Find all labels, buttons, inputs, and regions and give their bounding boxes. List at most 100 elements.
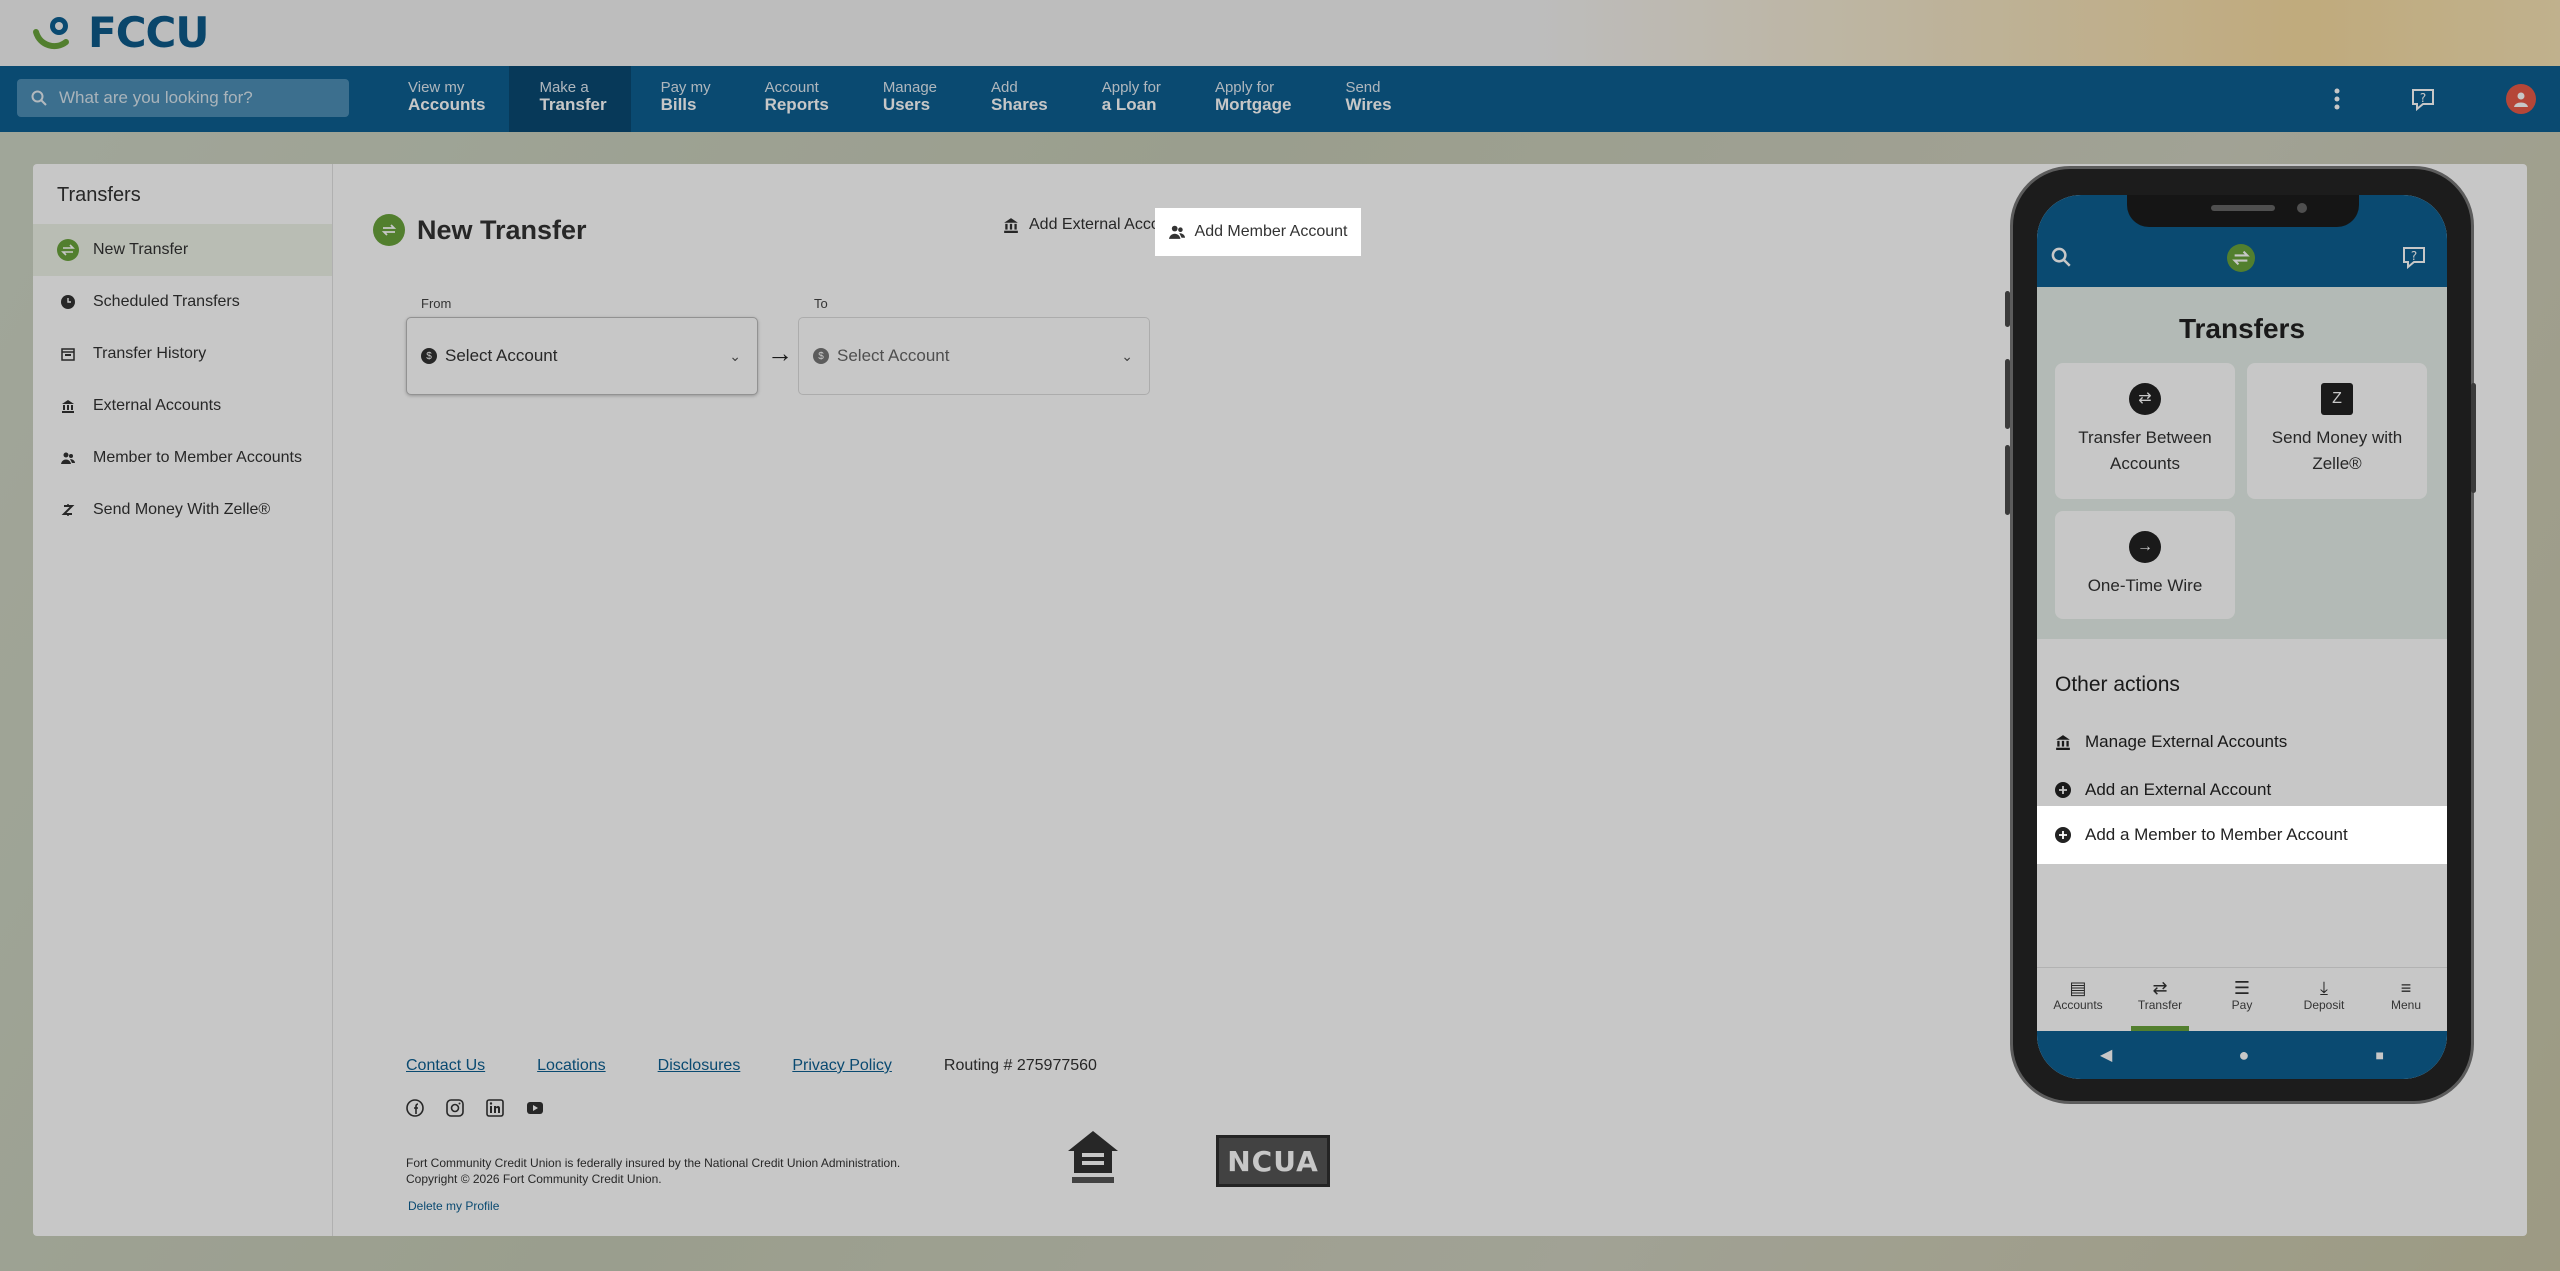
nav-line1: Apply for [1214,79,1275,96]
contact-us-link[interactable]: Contact Us [406,1057,485,1075]
nav-line1: Apply for [1101,79,1161,96]
sidebar-item-external-accounts[interactable]: External Accounts [33,380,332,432]
equal-housing-logo-icon [1068,1131,1118,1183]
phone-tab-pay[interactable]: ☰ Pay [2201,968,2283,1031]
transfer-icon [2227,244,2255,272]
nav-line2: Mortgage [1214,94,1292,114]
tile-label: Send Money with Zelle® [2271,428,2403,473]
nav-manage-users[interactable]: Manage Users [853,66,961,132]
sidebar-item-transfer-history[interactable]: Transfer History [33,328,332,380]
locations-link[interactable]: Locations [537,1057,606,1075]
add-member-account-button[interactable]: Add Member Account [1155,208,1361,256]
chevron-down-icon: ⌄ [1121,348,1133,364]
add-member-to-member-action[interactable]: Add a Member to Member Account [2037,806,2447,864]
brand-bar: FCCU [0,0,2560,66]
nav-add-shares[interactable]: Add Shares [961,66,1072,132]
to-account-select[interactable]: $ Select Account ⌄ [798,317,1150,395]
tab-label: Menu [2390,998,2422,1012]
add-external-account-action[interactable]: Add an External Account [2055,780,2271,800]
sidebar-item-new-transfer[interactable]: New Transfer [33,224,332,276]
transfer-icon [373,214,405,246]
nav-line2: Users [882,94,931,114]
nav-apply-mortgage[interactable]: Apply for Mortgage [1185,66,1316,132]
nav-send-wires[interactable]: Send Wires [1315,66,1415,132]
youtube-icon[interactable] [526,1099,544,1117]
insurance-notice: Fort Community Credit Union is federally… [406,1156,901,1170]
from-label: From [421,296,452,311]
more-vertical-icon[interactable] [2334,88,2340,110]
phone-tab-transfer[interactable]: ⇄ Transfer [2119,968,2201,1031]
nav-apply-loan[interactable]: Apply for a Loan [1072,66,1185,132]
nav-line1: Send [1345,79,1381,96]
recents-icon[interactable]: ■ [2375,1047,2383,1063]
sidebar-title: Transfers [57,184,141,206]
nav-line2: Transfer [539,94,607,114]
fccu-logo[interactable]: FCCU [32,8,209,57]
calendar-icon [57,343,79,365]
sidebar-item-label: Member to Member Accounts [93,449,302,466]
search-icon[interactable] [2051,247,2071,267]
nav-line2: a Loan [1101,94,1157,114]
phone-tab-deposit[interactable]: ⤓ Deposit [2283,968,2365,1031]
phone-side-button [2005,291,2010,327]
phone-tab-accounts[interactable]: ▤ Accounts [2037,968,2119,1031]
search-input[interactable] [59,88,339,108]
user-avatar[interactable] [2506,84,2536,114]
android-nav-bar: ◀ ● ■ [2037,1031,2447,1079]
nav-line2: Bills [660,94,697,114]
users-icon [1168,225,1185,239]
bank-icon [1004,218,1018,233]
chevron-down-icon: ⌄ [729,348,741,364]
tile-transfer-between-accounts[interactable]: ⇄ Transfer Between Accounts [2055,363,2235,499]
facebook-icon[interactable] [406,1099,424,1117]
manage-external-accounts-action[interactable]: Manage External Accounts [2055,732,2287,752]
sidebar-item-label: Scheduled Transfers [93,293,240,310]
sidebar-item-label: External Accounts [93,397,222,414]
delete-profile-link[interactable]: Delete my Profile [408,1199,499,1213]
user-icon [2514,92,2528,107]
help-chat-icon[interactable]: ? [2410,87,2436,111]
help-chat-icon[interactable]: ? [2401,245,2427,269]
ncua-logo-text: NCUA [1227,1144,1319,1178]
tab-label: Accounts [2053,998,2103,1012]
nav-make-transfer[interactable]: Make a Transfer [509,66,631,132]
phone-side-button [2005,359,2010,429]
clock-icon [57,291,79,313]
tile-one-time-wire[interactable]: → One-Time Wire [2055,511,2235,619]
phone-tab-menu[interactable]: ≡ Menu [2365,968,2447,1031]
instagram-icon[interactable] [446,1099,464,1117]
other-actions-heading: Other actions [2055,673,2180,696]
nav-line2: Wires [1345,94,1392,114]
logo-swoosh-icon [33,17,69,50]
sidebar-item-zelle[interactable]: Send Money With Zelle® [33,484,332,536]
zelle-icon: Z [2321,383,2353,415]
nav-line2: Shares [991,94,1048,114]
nav-line1: Make a [539,79,589,96]
privacy-policy-link[interactable]: Privacy Policy [792,1057,892,1075]
nav-line1: Account [764,79,819,96]
disclosures-link[interactable]: Disclosures [658,1057,741,1075]
nav-line1: Add [991,79,1018,96]
nav-pay-bills[interactable]: Pay my Bills [631,66,735,132]
search-box[interactable] [17,79,349,117]
action-label: Add a Member to Member Account [2085,825,2348,844]
nav-view-accounts[interactable]: View my Accounts [378,66,509,132]
transfer-icon: ⇄ [2129,383,2161,415]
home-icon[interactable]: ● [2238,1045,2249,1066]
sidebar-item-member-accounts[interactable]: Member to Member Accounts [33,432,332,484]
sidebar-item-scheduled-transfers[interactable]: Scheduled Transfers [33,276,332,328]
tile-send-zelle[interactable]: Z Send Money with Zelle® [2247,363,2427,499]
phone-side-button [2005,445,2010,515]
users-icon [57,447,79,469]
from-account-select[interactable]: $ Select Account ⌄ [406,317,758,395]
dollar-icon: $ [813,348,829,364]
phone-title: Transfers [2178,313,2306,344]
sidebar-item-label: Transfer History [93,345,207,362]
nav-account-reports[interactable]: Account Reports [735,66,853,132]
to-account-value: Select Account [837,346,950,365]
phone-notch [2127,195,2359,227]
page-title: New Transfer [417,214,587,245]
back-icon[interactable]: ◀ [2100,1045,2112,1065]
linkedin-icon[interactable] [486,1099,504,1117]
from-account-value: Select Account [445,346,558,365]
